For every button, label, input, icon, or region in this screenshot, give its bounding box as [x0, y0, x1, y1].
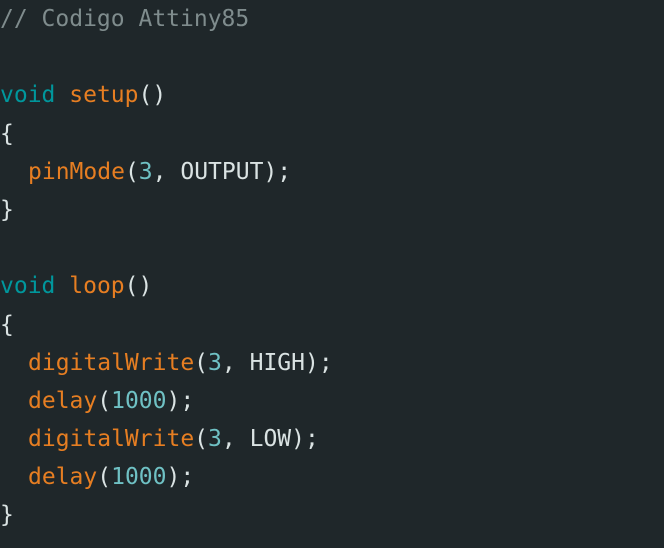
code-token-func: digitalWrite — [28, 426, 195, 453]
code-line[interactable]: delay(1000); — [0, 382, 664, 420]
code-token-punct: ); — [166, 464, 195, 491]
code-line[interactable]: // Codigo Attiny85 — [0, 0, 664, 38]
code-token-func: loop — [69, 273, 125, 300]
code-line[interactable] — [0, 38, 664, 76]
code-line[interactable]: digitalWrite(3, LOW); — [0, 420, 664, 458]
code-token-keyword: void — [0, 82, 56, 109]
code-line[interactable]: void setup() — [0, 76, 664, 114]
code-token-const: OUTPUT — [180, 158, 264, 185]
code-token-func: digitalWrite — [28, 349, 195, 376]
code-token-punct: ( — [97, 387, 112, 414]
code-token-punct: } — [0, 502, 14, 529]
code-token-punct: , — [221, 426, 250, 453]
code-line[interactable]: void loop() — [0, 267, 664, 305]
code-token-punct: ( — [97, 464, 112, 491]
code-token-punct: { — [0, 120, 14, 147]
code-line[interactable]: } — [0, 496, 664, 534]
code-token-keyword: void — [0, 273, 56, 300]
code-token-punct: ); — [291, 426, 319, 453]
code-token-punct: , — [152, 158, 181, 185]
code-line[interactable]: delay(1000); — [0, 458, 664, 496]
code-token-comment: // Codigo Attiny85 — [0, 6, 250, 32]
code-token-punct: ); — [166, 387, 195, 414]
code-token-number: 3 — [208, 426, 222, 453]
code-token-punct: () — [138, 82, 167, 109]
code-token-func: delay — [28, 387, 98, 414]
code-token-number: 1000 — [111, 464, 167, 491]
code-token-number: 3 — [208, 349, 222, 376]
code-token-punct — [55, 82, 69, 108]
code-token-punct: ); — [304, 349, 333, 376]
code-token-punct: () — [124, 273, 153, 300]
code-line[interactable]: digitalWrite(3, HIGH); — [0, 344, 664, 382]
code-token-number: 3 — [138, 158, 153, 185]
code-token-punct — [55, 273, 69, 299]
code-token-func: delay — [28, 464, 98, 491]
code-token-punct: ( — [124, 158, 139, 185]
code-line[interactable]: { — [0, 115, 664, 153]
code-token-punct: ); — [263, 158, 292, 185]
code-token-number: 1000 — [111, 387, 167, 414]
code-token-punct: { — [0, 311, 14, 338]
code-line[interactable]: } — [0, 191, 664, 229]
code-token-punct: ( — [194, 349, 209, 376]
code-line[interactable] — [0, 229, 664, 267]
code-line[interactable]: pinMode(3, OUTPUT); — [0, 153, 664, 191]
code-token-const: LOW — [249, 426, 292, 453]
code-token-const: HIGH — [249, 349, 305, 376]
code-line[interactable]: { — [0, 306, 664, 344]
code-block[interactable]: // Codigo Attiny85 void setup(){pinMode(… — [0, 0, 664, 535]
code-token-func: pinMode — [28, 158, 125, 185]
code-token-punct: , — [221, 349, 250, 376]
code-token-punct: ( — [194, 426, 209, 453]
code-token-punct: } — [0, 196, 14, 223]
code-token-func: setup — [69, 82, 139, 109]
code-editor[interactable]: // Codigo Attiny85 void setup(){pinMode(… — [0, 0, 664, 548]
